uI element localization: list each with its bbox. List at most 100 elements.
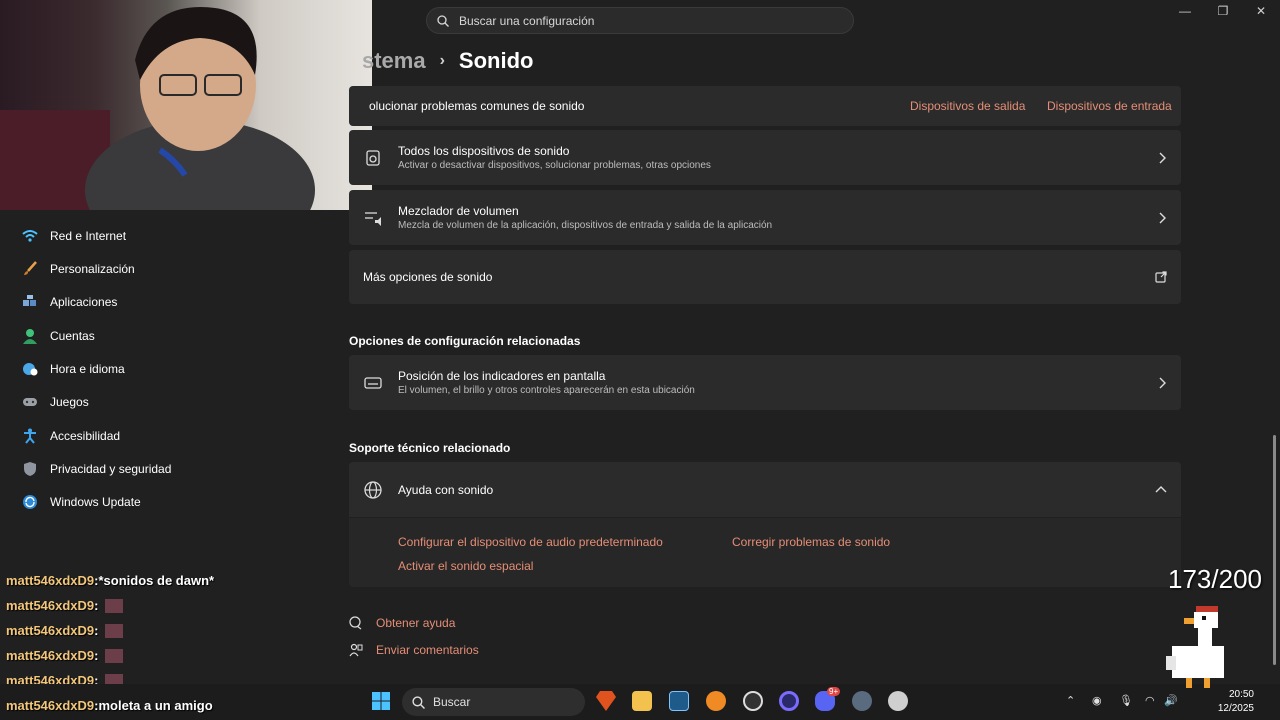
chevron-up-icon[interactable]: ⌃	[1066, 694, 1075, 707]
chat-text: moleta a un amigo	[98, 698, 213, 713]
sidebar-item-label: Privacidad y seguridad	[50, 462, 172, 476]
close-icon[interactable]: ✕	[1252, 4, 1270, 18]
input-devices-link[interactable]: Dispositivos de entrada	[1047, 99, 1172, 113]
sidebar-item-label: Personalización	[50, 262, 135, 276]
mixer-icon	[365, 211, 381, 226]
chat-emote-icon	[104, 598, 123, 613]
help-chat-icon	[349, 616, 362, 630]
page-title: Sonido	[458, 48, 534, 73]
chat-username: matt546xdxD9	[6, 623, 95, 638]
search-icon	[437, 14, 449, 27]
ring-app-icon[interactable]	[779, 691, 799, 711]
sidebar-item-windows-update[interactable]: Windows Update	[22, 490, 141, 514]
sidebar-item-network[interactable]: Red e Internet	[22, 224, 126, 248]
taskbar-search[interactable]: Buscar	[402, 688, 585, 716]
window-controls: — ❐ ✕	[1176, 4, 1270, 18]
feedback-icon	[349, 643, 363, 657]
feedback-link[interactable]: Enviar comentarios	[376, 643, 479, 657]
file-explorer-icon[interactable]	[632, 691, 652, 711]
sidebar-item-label: Juegos	[50, 395, 89, 409]
chat-username: matt546xdxD9	[6, 598, 95, 613]
all-devices-title: Todos los dispositivos de sonido	[398, 144, 570, 158]
wifi-icon[interactable]: ◠	[1145, 694, 1155, 707]
discord-tray-icon[interactable]: ◉	[1092, 694, 1102, 707]
sound-help-title: Ayuda con sonido	[398, 482, 494, 497]
brush-icon	[24, 261, 37, 275]
volume-mixer-card[interactable]: Mezclador de volumen Mezcla de volumen d…	[349, 190, 1181, 245]
chat-message: matt546xdxD9 :	[6, 598, 123, 613]
breadcrumb-parent[interactable]: stema	[362, 48, 426, 74]
chevron-right-icon: ›	[439, 52, 445, 69]
vegas-pro-icon[interactable]	[669, 691, 689, 711]
sidebar-item-personalization[interactable]: Personalización	[22, 257, 135, 281]
chat-message: matt546xdxD9 :	[6, 623, 123, 638]
chevron-right-icon	[1159, 212, 1166, 223]
get-help-link[interactable]: Obtener ayuda	[376, 616, 455, 630]
sidebar-item-label: Windows Update	[50, 495, 141, 509]
more-options-title: Más opciones de sonido	[363, 270, 493, 284]
clock-date: 12/2025	[1217, 703, 1254, 714]
indicator-position-card[interactable]: Posición de los indicadores en pantalla …	[349, 355, 1181, 410]
sidebar-item-apps[interactable]: Aplicaciones	[22, 290, 117, 314]
mouse-app-icon[interactable]	[888, 691, 908, 711]
indicator-desc: El volumen, el brillo y otros controles …	[398, 385, 695, 396]
apps-icon	[23, 295, 36, 306]
all-sound-devices-card[interactable]: Todos los dispositivos de sonido Activar…	[349, 130, 1181, 185]
speaker-icon[interactable]: 🔊	[1164, 694, 1178, 707]
taskbar-search-label: Buscar	[433, 695, 471, 709]
microphone-icon[interactable]: 🎙	[1119, 694, 1133, 707]
clock-time: 20:50	[1228, 689, 1254, 700]
sidebar-item-gaming[interactable]: Juegos	[22, 390, 89, 414]
spatial-sound-link[interactable]: Activar el sonido espacial	[398, 559, 533, 573]
sound-help-expanded: Configurar el dispositivo de audio prede…	[349, 518, 1181, 587]
support-heading: Soporte técnico relacionado	[349, 441, 511, 455]
default-device-link[interactable]: Configurar el dispositivo de audio prede…	[398, 535, 663, 549]
sidebar-item-label: Hora e idioma	[50, 362, 125, 376]
sidebar-item-time-language[interactable]: Hora e idioma	[22, 357, 125, 381]
fix-sound-link[interactable]: Corregir problemas de sonido	[732, 535, 890, 549]
indicator-title: Posición de los indicadores en pantalla	[398, 369, 606, 383]
shield-icon	[24, 462, 36, 476]
sidebar-item-label: Red e Internet	[50, 229, 127, 243]
breadcrumb: stema › Sonido	[362, 48, 533, 74]
pixel-goose-icon	[1166, 606, 1224, 688]
update-icon	[23, 495, 37, 509]
feedback-row[interactable]: Enviar comentarios	[349, 643, 479, 657]
fl-studio-icon[interactable]	[706, 691, 726, 711]
globe-clock-icon	[23, 363, 38, 376]
restore-icon[interactable]: ❐	[1214, 4, 1232, 18]
globe-icon	[364, 480, 382, 499]
notification-badge: 9+	[827, 687, 841, 696]
sidebar-item-label: Accesibilidad	[50, 429, 121, 443]
webcam-overlay	[0, 0, 372, 210]
output-devices-link[interactable]: Dispositivos de salida	[910, 99, 1025, 113]
sidebar-item-privacy[interactable]: Privacidad y seguridad	[22, 457, 171, 481]
chevron-up-icon[interactable]	[1155, 484, 1167, 496]
settings-search-input[interactable]: Buscar una configuración	[426, 7, 854, 34]
sidebar-item-accounts[interactable]: Cuentas	[22, 324, 95, 348]
scrollbar[interactable]	[1273, 435, 1276, 665]
minimize-icon[interactable]: —	[1176, 4, 1194, 18]
search-icon	[412, 695, 425, 709]
troubleshoot-label: olucionar problemas comunes de sonido	[369, 99, 585, 113]
sound-help-card[interactable]: Ayuda con sonido	[349, 462, 1181, 517]
accessibility-icon	[24, 428, 36, 444]
chat-username: matt546xdxD9	[6, 648, 95, 663]
chat-message: matt546xdxD9 : moleta a un amigo	[6, 698, 213, 713]
clock[interactable]: 20:50 12/2025	[1218, 688, 1254, 716]
chat-separator: :	[94, 598, 99, 613]
search-placeholder: Buscar una configuración	[459, 13, 595, 28]
windows-start-icon[interactable]	[371, 691, 391, 711]
settings-gear-icon[interactable]	[852, 691, 872, 711]
brave-browser-icon[interactable]	[596, 691, 616, 711]
related-settings-heading: Opciones de configuración relacionadas	[349, 334, 581, 348]
chat-separator: :	[94, 648, 99, 663]
external-link-icon	[1155, 271, 1167, 283]
mixer-title: Mezclador de volumen	[398, 204, 519, 218]
sidebar-item-accessibility[interactable]: Accesibilidad	[22, 424, 120, 448]
obs-studio-icon[interactable]	[743, 691, 763, 711]
chat-message: matt546xdxD9 :	[6, 648, 123, 663]
get-help-row[interactable]: Obtener ayuda	[349, 616, 455, 630]
chat-text: *sonidos de dawn*	[98, 573, 215, 588]
more-sound-options-card[interactable]: Más opciones de sonido	[349, 250, 1181, 304]
